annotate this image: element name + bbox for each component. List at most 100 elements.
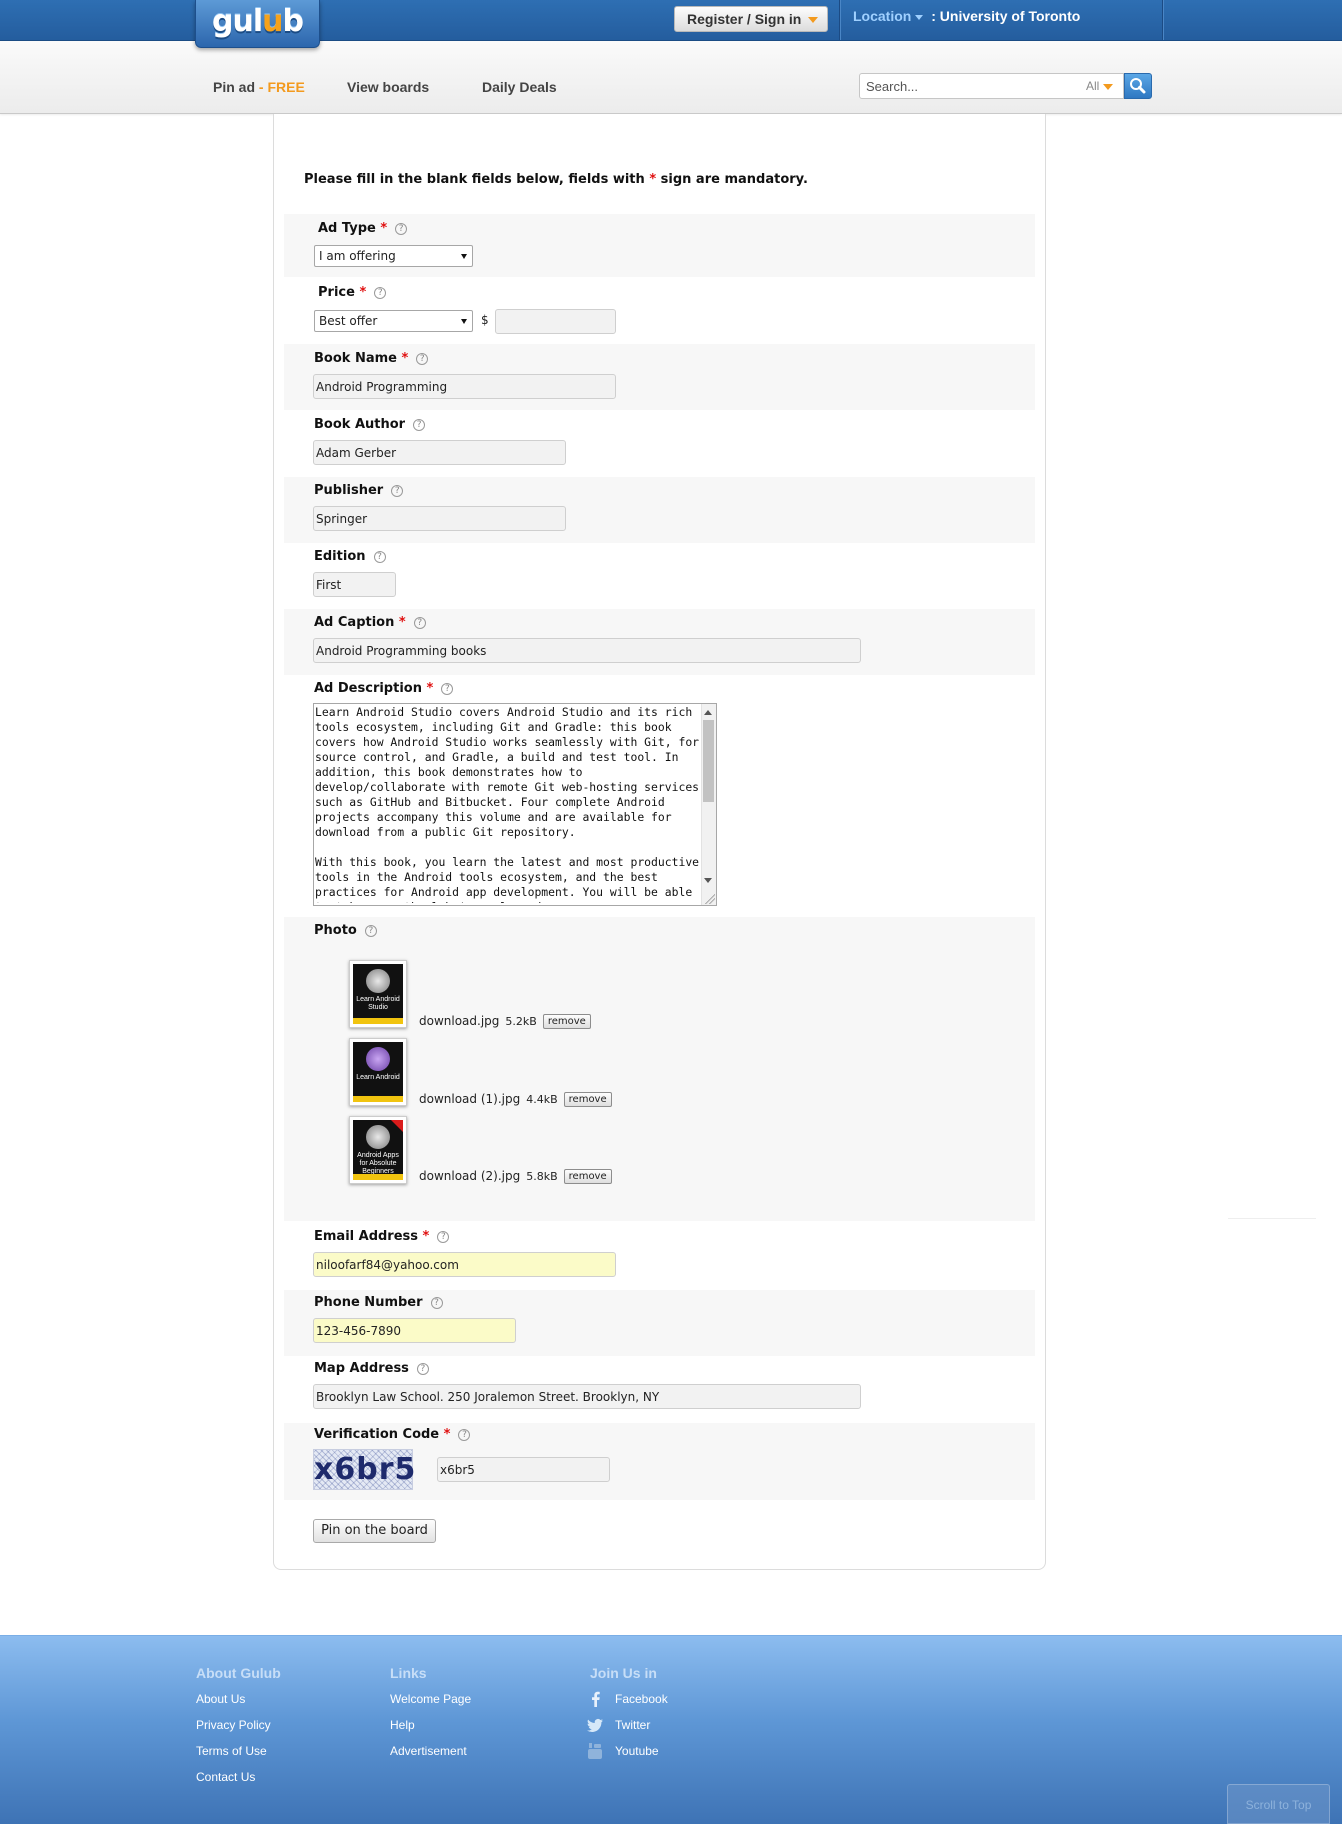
ad-description-label-text: Ad Description — [314, 681, 422, 696]
verification-label-text: Verification Code — [314, 1427, 440, 1442]
facebook-icon[interactable] — [588, 1691, 604, 1707]
phone-field[interactable] — [313, 1318, 516, 1343]
remove-photo-button[interactable]: remove — [563, 1169, 612, 1184]
top-bar-divider — [1162, 0, 1163, 40]
photo-thumbnail[interactable]: Learn Android Studio — [349, 960, 407, 1028]
form-intro: Please fill in the blank fields below, f… — [304, 172, 808, 187]
help-icon[interactable]: ? — [413, 419, 426, 431]
help-icon[interactable]: ? — [391, 485, 404, 497]
cover-title: Learn Android Studio — [356, 996, 400, 1011]
dropdown-arrow-icon — [461, 254, 467, 259]
top-bar-divider — [839, 0, 840, 40]
publisher-input[interactable] — [313, 506, 566, 531]
book-name-label: Book Name *? — [314, 351, 429, 366]
footer-link-contact-us[interactable]: Contact Us — [196, 1770, 255, 1784]
footer-link-welcome-page[interactable]: Welcome Page — [390, 1692, 471, 1706]
help-icon[interactable]: ? — [430, 1297, 443, 1309]
captcha-image: x6br5 — [313, 1449, 415, 1490]
help-icon[interactable]: ? — [437, 1231, 450, 1243]
map-address-input[interactable] — [313, 1384, 861, 1409]
required-mark: * — [398, 615, 406, 630]
book-cover-image: Learn Android Studio — [353, 964, 403, 1024]
remove-photo-button[interactable]: remove — [542, 1014, 591, 1029]
footer-link-youtube[interactable]: Youtube — [615, 1744, 659, 1758]
search-button[interactable] — [1124, 73, 1152, 99]
map-address-label: Map Address? — [314, 1361, 429, 1376]
site-logo[interactable]: gulub — [195, 0, 320, 48]
logo-text: gulub — [212, 4, 304, 39]
price-select[interactable]: Best offer — [314, 310, 473, 332]
footer-link-help[interactable]: Help — [390, 1718, 415, 1732]
help-icon[interactable]: ? — [458, 1429, 471, 1441]
required-mark: * — [443, 1427, 451, 1442]
help-icon[interactable]: ? — [413, 617, 426, 629]
search-scope-select[interactable]: All — [1086, 79, 1114, 93]
footer-link-terms-of-use[interactable]: Terms of Use — [196, 1744, 267, 1758]
nav-pin-ad-label: Pin ad — [213, 79, 256, 95]
photo-file-row: download (1).jpg 4.4kB remove — [419, 1092, 612, 1107]
nav-bar: Pin ad - FREE View boards Daily Deals Al… — [0, 41, 1342, 114]
book-name-label-text: Book Name — [314, 351, 397, 366]
email-label: Email Address *? — [314, 1229, 450, 1244]
pin-on-board-button[interactable]: Pin on the board — [313, 1519, 436, 1543]
scroll-down-icon[interactable] — [704, 878, 712, 883]
help-icon[interactable]: ? — [416, 353, 429, 365]
search-box: All — [859, 73, 1124, 99]
footer-link-advertisement[interactable]: Advertisement — [390, 1744, 467, 1758]
edition-label-text: Edition — [314, 549, 366, 564]
scroll-to-top-button[interactable]: Scroll to Top — [1227, 1784, 1330, 1824]
phone-label: Phone Number? — [314, 1295, 443, 1310]
remove-photo-button[interactable]: remove — [563, 1092, 612, 1107]
help-icon[interactable]: ? — [441, 683, 454, 695]
ad-description-textarea[interactable]: Learn Android Studio covers Android Stud… — [313, 703, 717, 906]
phone-label-text: Phone Number — [314, 1295, 423, 1310]
youtube-icon[interactable] — [587, 1743, 603, 1759]
ad-caption-input[interactable] — [313, 638, 861, 663]
resize-handle-icon[interactable] — [705, 894, 715, 904]
register-label: Register / Sign in — [687, 11, 802, 27]
book-author-input[interactable] — [313, 440, 566, 465]
ad-description-label: Ad Description *? — [314, 681, 454, 696]
help-icon[interactable]: ? — [374, 287, 387, 299]
textarea-scrollbar[interactable] — [701, 704, 716, 905]
photo-thumbnail[interactable]: Learn Android — [349, 1038, 407, 1106]
ad-type-select[interactable]: I am offering — [314, 245, 473, 267]
currency-symbol: $ — [481, 313, 489, 327]
edition-label: Edition? — [314, 549, 386, 564]
nav-view-boards[interactable]: View boards — [347, 79, 429, 95]
footer-link-facebook[interactable]: Facebook — [615, 1692, 668, 1706]
book-name-input[interactable] — [313, 374, 616, 399]
register-sign-in-button[interactable]: Register / Sign in — [674, 6, 828, 32]
help-icon[interactable]: ? — [395, 223, 408, 235]
footer-link-about-us[interactable]: About Us — [196, 1692, 245, 1706]
cover-band — [353, 1096, 403, 1102]
photo-file-row: download.jpg 5.2kB remove — [419, 1014, 591, 1029]
ad-description-text[interactable]: Learn Android Studio covers Android Stud… — [315, 705, 700, 903]
cover-corner — [391, 1120, 403, 1132]
footer-link-twitter[interactable]: Twitter — [615, 1718, 650, 1732]
footer-link-privacy-policy[interactable]: Privacy Policy — [196, 1718, 271, 1732]
edition-input[interactable] — [313, 572, 396, 597]
search-input[interactable] — [860, 74, 1070, 98]
scrollbar-thumb[interactable] — [703, 720, 714, 802]
file-size: 4.4kB — [526, 1093, 558, 1106]
email-field[interactable] — [313, 1252, 616, 1277]
help-icon[interactable]: ? — [364, 925, 377, 937]
search-scope-label: All — [1086, 79, 1100, 93]
help-icon[interactable]: ? — [373, 551, 386, 563]
verification-code-input[interactable] — [437, 1457, 610, 1482]
nav-pin-ad[interactable]: Pin ad - FREE — [213, 79, 305, 95]
footer-heading-about: About Gulub — [196, 1665, 281, 1681]
price-amount-input[interactable] — [495, 309, 616, 334]
location-selector[interactable]: Location : University of Toronto — [853, 8, 1080, 24]
nav-daily-deals[interactable]: Daily Deals — [482, 79, 557, 95]
nav-pin-ad-free: FREE — [267, 79, 305, 95]
scroll-up-icon[interactable] — [704, 710, 712, 715]
twitter-icon[interactable] — [587, 1717, 603, 1733]
photo-thumbnail[interactable]: Android Apps for Absolute Beginners — [349, 1116, 407, 1184]
ad-type-label: Ad Type *? — [318, 221, 408, 236]
photo-file-row: download (2).jpg 5.8kB remove — [419, 1169, 612, 1184]
help-icon[interactable]: ? — [416, 1363, 429, 1375]
file-name: download (2).jpg — [419, 1169, 521, 1183]
ad-caption-label-text: Ad Caption — [314, 615, 395, 630]
